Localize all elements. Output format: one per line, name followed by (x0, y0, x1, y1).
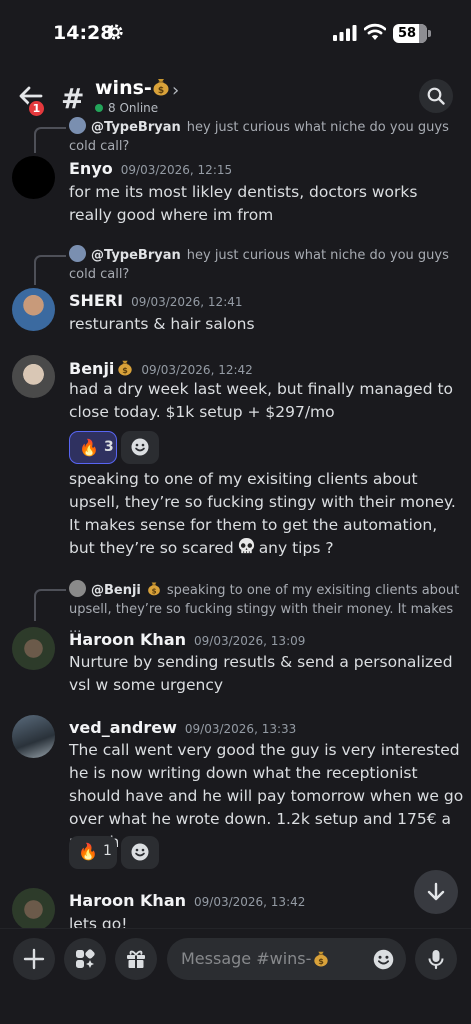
add-reaction-icon (131, 843, 149, 861)
gift-button[interactable] (115, 938, 157, 980)
svg-text:$: $ (319, 957, 325, 966)
message-timestamp: 09/03/2026, 13:42 (194, 895, 306, 909)
author-name: Haroon Khan (69, 630, 186, 649)
avatar[interactable] (12, 888, 55, 930)
message-text: speaking to one of my exisiting clients … (69, 468, 464, 560)
reply-author: @TypeBryan (91, 120, 181, 135)
channel-hash-icon: # (61, 82, 85, 115)
money-bag-icon: $ (118, 360, 133, 376)
attach-button[interactable] (13, 938, 55, 980)
status-time: 14:28 (53, 22, 114, 44)
message-author[interactable]: Haroon Khan 09/03/2026, 13:09 (69, 630, 305, 649)
message-text: Nurture by sending resutls & send a pers… (69, 653, 453, 694)
message-timestamp: 09/03/2026, 13:33 (184, 722, 297, 736)
reply-connector (34, 255, 66, 285)
fire-emoji: 🔥 (79, 438, 99, 457)
avatar[interactable] (12, 715, 55, 758)
apps-icon (76, 949, 95, 968)
jump-to-bottom-button[interactable] (414, 870, 458, 914)
reply-preview[interactable]: @TypeBryan hey just curious what niche do… (69, 245, 464, 284)
wifi-icon (364, 23, 386, 40)
author-name: Haroon Khan (69, 891, 186, 910)
online-dot-icon (95, 104, 103, 112)
settings-gear-icon (107, 24, 123, 40)
message-timestamp: 09/03/2026, 12:42 (141, 363, 253, 377)
avatar[interactable] (12, 156, 55, 199)
message-timestamp: 09/03/2026, 12:41 (131, 295, 243, 309)
reply-author: @TypeBryan (91, 248, 181, 263)
author-name: Enyo (69, 159, 113, 178)
svg-text:$: $ (151, 587, 156, 595)
message-author[interactable]: Haroon Khan 09/03/2026, 13:42 (69, 891, 305, 910)
message-author[interactable]: SHERI 09/03/2026, 12:41 (69, 291, 243, 310)
status-bar: 14:28 58 (0, 0, 471, 70)
reply-avatar (69, 245, 86, 262)
reply-preview[interactable]: @TypeBryan hey just curious what niche do… (69, 117, 464, 156)
message-text-end: any tips ? (258, 539, 334, 557)
add-reaction-icon (131, 438, 149, 456)
cellular-signal-icon (333, 25, 357, 41)
search-icon (427, 87, 445, 105)
reply-avatar (69, 117, 86, 134)
reply-connector (34, 127, 66, 153)
search-button[interactable] (419, 79, 453, 113)
apps-button[interactable] (64, 938, 106, 980)
gift-icon (127, 950, 145, 968)
author-name: ved_andrew (69, 718, 177, 737)
reply-avatar (69, 580, 86, 597)
message-author[interactable]: Benji $09/03/2026, 12:42 (69, 358, 253, 378)
add-reaction-button[interactable] (121, 431, 159, 464)
emoji-picker-icon[interactable] (372, 948, 395, 971)
skull-emoji-icon (238, 537, 254, 554)
money-bag-icon: $ (314, 951, 329, 967)
plus-icon (23, 948, 45, 970)
svg-text:$: $ (158, 86, 164, 96)
message-input[interactable]: Message #wins- $ (167, 938, 406, 980)
battery-indicator: 58 (393, 24, 431, 43)
channel-title[interactable]: wins- $ (95, 76, 170, 99)
reply-connector (34, 589, 66, 621)
online-status: 8 Online (95, 101, 158, 115)
voice-message-button[interactable] (415, 938, 457, 980)
reply-author: @Benji (91, 583, 141, 598)
message-text: had a dry week last week, but finally ma… (69, 380, 454, 421)
message-timestamp: 09/03/2026, 13:09 (194, 634, 306, 648)
author-name: Benji (69, 359, 115, 378)
channel-name: wins- (95, 77, 152, 99)
avatar[interactable] (12, 288, 55, 331)
reaction-count: 3 (104, 439, 114, 455)
message-composer: Message #wins- $ (0, 928, 471, 1024)
message-text: for me its most likley dentists, doctors… (69, 183, 418, 224)
arrow-down-icon (427, 882, 445, 901)
reaction-count: 1 (103, 843, 112, 859)
message-text: resturants & hair salons (69, 315, 255, 333)
fire-emoji: 🔥 (78, 842, 98, 861)
message-author[interactable]: Enyo 09/03/2026, 12:15 (69, 159, 232, 178)
add-reaction-button[interactable] (121, 836, 159, 869)
message-input-placeholder: Message #wins- $ (181, 949, 329, 968)
reaction-fire[interactable]: 🔥 3 (69, 431, 117, 464)
message-author[interactable]: ved_andrew 09/03/2026, 13:33 (69, 718, 296, 737)
microphone-icon (428, 950, 444, 970)
avatar[interactable] (12, 627, 55, 670)
avatar[interactable] (12, 355, 55, 398)
message-list[interactable]: @TypeBryan hey just curious what niche do… (0, 115, 471, 930)
author-name: SHERI (69, 291, 124, 310)
battery-level: 58 (397, 26, 417, 41)
placeholder-text: Message #wins- (181, 949, 312, 968)
money-bag-icon: $ (153, 79, 169, 96)
svg-text:$: $ (123, 366, 129, 375)
online-count: 8 Online (108, 101, 159, 115)
chevron-right-icon[interactable]: › (172, 80, 179, 101)
message-timestamp: 09/03/2026, 12:15 (120, 163, 233, 177)
reaction-fire[interactable]: 🔥 1 (69, 836, 117, 869)
money-bag-icon: $ (148, 582, 160, 595)
